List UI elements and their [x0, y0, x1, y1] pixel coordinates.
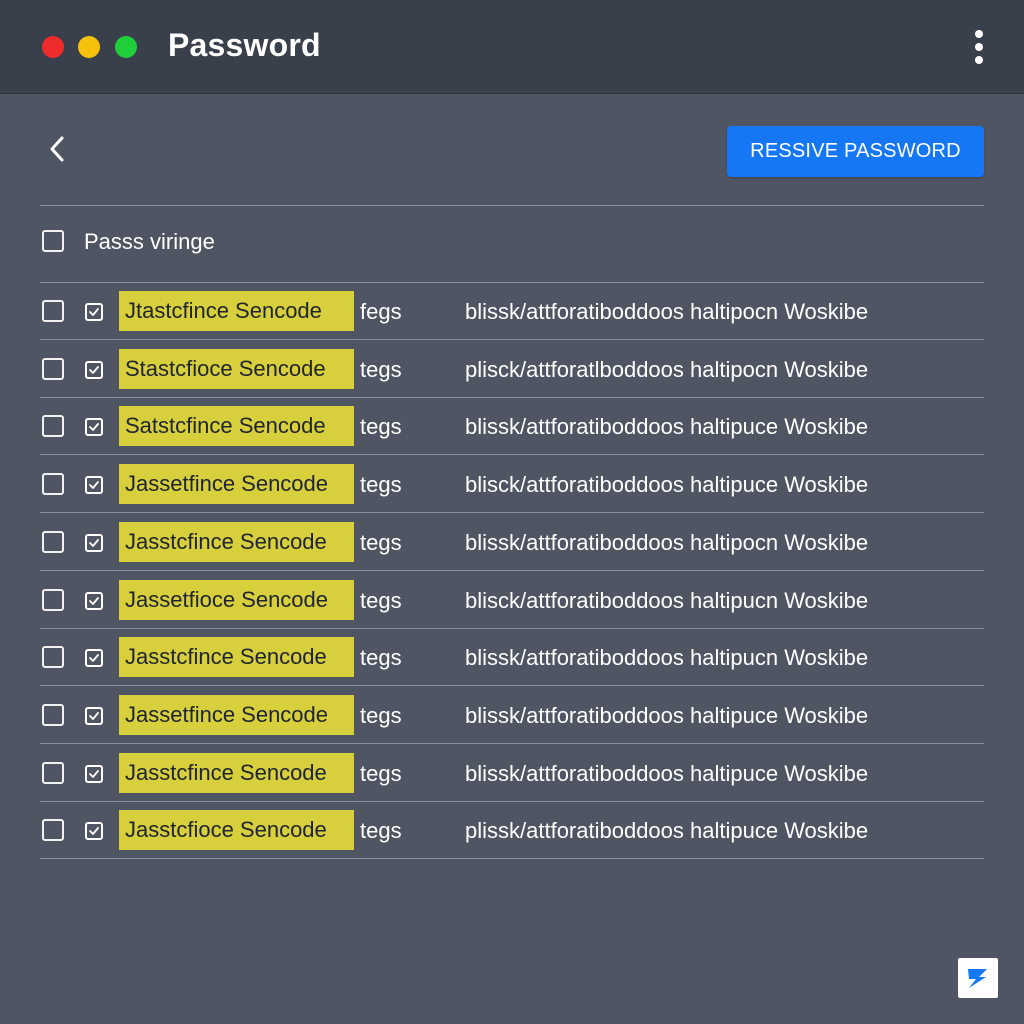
row-name: Satstcfince Sencode: [119, 406, 354, 447]
row-tag: tegs: [360, 587, 402, 613]
row-path: blissk/attforatiboddoos haltipocn Woskib…: [465, 529, 869, 555]
edit-square-icon[interactable]: [85, 360, 103, 379]
row-checkbox[interactable]: [42, 761, 64, 784]
row-checkbox[interactable]: [42, 703, 64, 726]
close-window-button[interactable]: [42, 36, 64, 58]
title-bar: Password: [0, 0, 1024, 94]
row-name: Jasstcfince Sencode: [119, 637, 354, 678]
edit-square-icon[interactable]: [85, 476, 103, 495]
row-tag: tegs: [360, 414, 402, 440]
maximize-window-button[interactable]: [115, 36, 137, 58]
list-header-label: Passs viringe: [84, 229, 215, 254]
row-path: blissk/attforatiboddoos haltipuce Woskib…: [465, 414, 869, 440]
edit-square-icon[interactable]: [85, 591, 103, 610]
row-path: blissk/attforatiboddoos haltipuce Woskib…: [465, 760, 869, 786]
back-button[interactable]: [44, 132, 74, 166]
row-checkbox[interactable]: [42, 646, 64, 669]
list-row[interactable]: Stastcfioce Sencode tegs plisck/attforatlb…: [40, 341, 984, 398]
row-tag: tegs: [360, 702, 402, 728]
row-name: Jasstcfince Sencode: [119, 752, 354, 793]
row-checkbox[interactable]: [42, 819, 64, 842]
row-name: Stastcfioce Sencode: [119, 348, 354, 389]
select-all-checkbox[interactable]: [42, 230, 64, 252]
row-path: plisck/attforatlboddoos haltipocn Woskib…: [465, 356, 869, 382]
edit-square-icon[interactable]: [85, 649, 103, 668]
row-path: blissk/attforatiboddoos haltipucn Woskib…: [465, 645, 869, 671]
row-tag: tegs: [360, 529, 402, 555]
row-tag: tegs: [360, 356, 402, 382]
edit-square-icon[interactable]: [85, 533, 103, 552]
ressive-password-button[interactable]: RESSIVE PASSWORD: [727, 126, 984, 177]
list-row[interactable]: Jasstcfince Sencode tegs blissk/attforatib…: [40, 629, 984, 687]
row-name: Jasstcfince Sencode: [119, 521, 354, 562]
window-title: Password: [168, 27, 321, 63]
row-name: Jassetfince Sencode: [119, 694, 354, 735]
row-checkbox[interactable]: [42, 357, 64, 380]
row-name: Jtastcfince Sencode: [119, 291, 354, 331]
row-name: Jassetfioce Sencode: [119, 579, 354, 620]
row-path: plissk/attforatiboddoos haltipuce Woskib…: [465, 818, 869, 844]
edit-square-icon[interactable]: [85, 706, 103, 725]
list-row[interactable]: Satstcfince Sencode tegs blissk/attforatib…: [40, 398, 984, 456]
row-checkbox[interactable]: [42, 300, 64, 322]
chevron-left-icon: [50, 136, 64, 162]
top-divider: [40, 205, 984, 206]
row-tag: tegs: [360, 645, 402, 671]
minimize-window-button[interactable]: [78, 36, 100, 58]
row-path: blisck/attforatiboddoos haltipucn Woskib…: [465, 587, 869, 613]
list-row[interactable]: Jtastcfince Sencode fegs blissk/attforatib…: [40, 283, 984, 340]
edit-square-icon[interactable]: [85, 303, 103, 321]
row-path: blissk/attforatiboddoos haltipuce Woskib…: [465, 702, 869, 728]
list-row[interactable]: Jassetfince Sencode tegs blisck/attforatib…: [40, 456, 984, 514]
app-logo-icon: [958, 958, 998, 998]
list-row[interactable]: Jasstcfince Sencode tegs blissk/attforatib…: [40, 745, 984, 802]
row-tag: tegs: [360, 818, 402, 844]
edit-square-icon[interactable]: [85, 418, 103, 437]
row-tag: tegs: [360, 472, 402, 498]
row-checkbox[interactable]: [42, 588, 64, 611]
edit-square-icon[interactable]: [85, 822, 103, 841]
list-row[interactable]: Jassetfioce Sencode tegs blisck/attforatib…: [40, 572, 984, 629]
row-tag: fegs: [360, 299, 402, 324]
edit-square-icon[interactable]: [85, 764, 103, 783]
list-row[interactable]: Jasstcfioce Sencode tegs plissk/attforatib…: [40, 802, 984, 860]
list-row[interactable]: Jasstcfince Sencode tegs blissk/attforatib…: [40, 514, 984, 571]
list-row[interactable]: Jassetfince Sencode tegs blissk/attforatib…: [40, 687, 984, 744]
kebab-menu-icon[interactable]: [974, 30, 984, 64]
row-checkbox[interactable]: [42, 530, 64, 553]
row-checkbox[interactable]: [42, 415, 64, 438]
row-path: blisck/attforatiboddoos haltipuce Woskib…: [465, 472, 869, 498]
row-path: blissk/attforatiboddoos haltipocn Woskib…: [465, 299, 869, 324]
row-tag: tegs: [360, 760, 402, 786]
row-name: Jasstcfioce Sencode: [119, 810, 354, 851]
row-name: Jassetfince Sencode: [119, 464, 354, 505]
row-checkbox[interactable]: [42, 473, 64, 496]
